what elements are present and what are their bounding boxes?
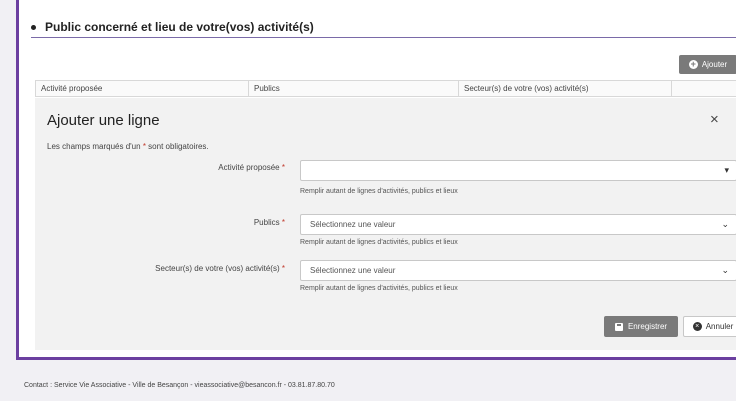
required-fields-note: Les champs marqués d'un * sont obligatoi…: [47, 142, 209, 151]
cancel-button-label: Annuler: [705, 322, 734, 331]
label-publics: Publics *: [254, 218, 285, 227]
required-note-prefix: Les champs marqués d'un: [47, 142, 141, 151]
label-secteur-text: Secteur(s) de votre (vos) activité(s): [155, 264, 280, 273]
chevron-down-icon: ⌄: [721, 265, 729, 275]
table-header: Activité proposée Publics Secteur(s) de …: [35, 80, 736, 97]
secteur-help: Remplir autant de lignes d'activités, pu…: [300, 285, 458, 292]
section-header: Public concerné et lieu de votre(vos) ac…: [31, 20, 314, 34]
form-page-card: Public concerné et lieu de votre(vos) ac…: [16, 0, 736, 360]
panel-title: Ajouter une ligne: [47, 112, 160, 129]
x-circle-icon: ×: [692, 322, 702, 331]
label-activite: Activité proposée *: [218, 163, 285, 172]
label-publics-text: Publics: [253, 218, 280, 227]
secteur-select[interactable]: Sélectionnez une valeur ⌄: [300, 260, 736, 281]
required-note-suffix: sont obligatoires.: [148, 142, 209, 151]
section-divider: [31, 37, 736, 38]
section-title: Public concerné et lieu de votre(vos) ac…: [45, 20, 314, 34]
column-header-activite: Activité proposée: [36, 81, 249, 96]
caret-down-icon: ▾: [724, 165, 729, 175]
add-line-panel: Ajouter une ligne × Les champs marqués d…: [35, 98, 736, 350]
secteur-select-value: Sélectionnez une valeur: [310, 266, 396, 275]
required-star: *: [281, 218, 285, 227]
label-activite-text: Activité proposée: [218, 163, 280, 172]
save-button-label: Enregistrer: [627, 322, 668, 331]
publics-select[interactable]: Sélectionnez une valeur ⌄: [300, 214, 736, 235]
required-star: *: [281, 163, 285, 172]
activite-select[interactable]: ▾: [300, 160, 736, 181]
plus-circle-icon: +: [688, 59, 698, 69]
save-icon: [614, 322, 623, 331]
required-star: *: [142, 142, 146, 151]
close-icon[interactable]: ×: [710, 111, 719, 128]
add-button-label: Ajouter: [701, 60, 728, 69]
column-header-publics: Publics: [249, 81, 459, 96]
required-star: *: [281, 264, 285, 273]
add-button[interactable]: + Ajouter: [679, 55, 736, 74]
bullet-icon: [31, 24, 36, 30]
column-header-secteur: Secteur(s) de votre (vos) activité(s): [459, 81, 672, 96]
chevron-down-icon: ⌄: [721, 219, 729, 229]
publics-select-value: Sélectionnez une valeur: [310, 220, 396, 229]
column-header-actions: [672, 81, 736, 96]
footer-contact: Contact : Service Vie Associative - Vill…: [24, 382, 335, 389]
activite-help: Remplir autant de lignes d'activités, pu…: [300, 188, 458, 195]
publics-help: Remplir autant de lignes d'activités, pu…: [300, 239, 458, 246]
save-button[interactable]: Enregistrer: [604, 316, 678, 337]
label-secteur: Secteur(s) de votre (vos) activité(s) *: [155, 264, 285, 273]
cancel-button[interactable]: × Annuler: [683, 316, 736, 337]
